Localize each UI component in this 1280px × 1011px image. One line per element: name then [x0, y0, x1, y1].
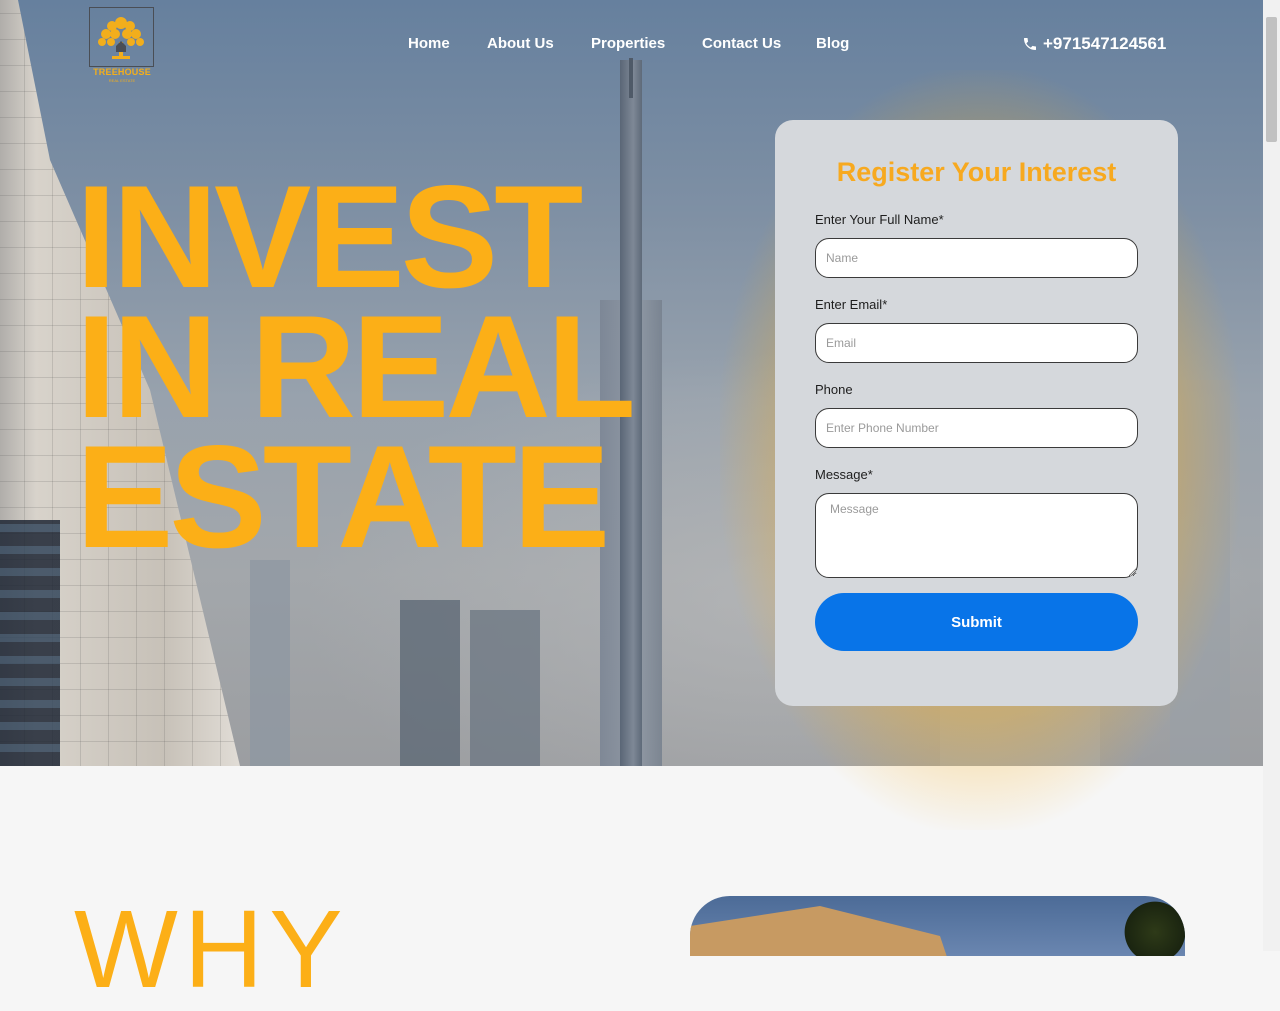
skyscraper-spire [629, 58, 633, 98]
nav-item-blog[interactable]: Blog [816, 35, 849, 52]
page-scrollbar[interactable] [1263, 0, 1280, 951]
form-title: Register Your Interest [836, 157, 1117, 187]
nav-link[interactable]: Properties [591, 35, 665, 52]
section-heading: WHY [74, 888, 349, 1011]
logo-subtext: REAL ESTATE [108, 78, 136, 83]
background-building [250, 560, 290, 766]
site-logo[interactable]: TREEHOUSE REAL ESTATE [89, 7, 155, 83]
headline-line: IN REAL [76, 285, 636, 448]
section-image [690, 896, 1185, 956]
logo-text: TREEHOUSE [93, 67, 151, 77]
header-phone[interactable]: +971547124561 [1022, 34, 1166, 54]
headline-line: ESTATE [76, 415, 610, 578]
scrollbar-thumb[interactable] [1266, 17, 1277, 142]
phone-number: +971547124561 [1043, 34, 1167, 53]
foreground-building-glass [0, 520, 60, 766]
submit-button[interactable]: Submit [815, 593, 1138, 651]
nav-link[interactable]: About Us [487, 35, 554, 52]
register-form: Register Your Interest Enter Your Full N… [775, 120, 1178, 706]
logo-frame [89, 7, 154, 67]
nav-item-properties[interactable]: Properties [591, 35, 665, 52]
nav-link[interactable]: Blog [816, 35, 849, 52]
message-label: Message* [815, 467, 873, 482]
nav-item-home[interactable]: Home [408, 35, 450, 52]
hero-headline: INVEST IN REAL ESTATE [76, 155, 636, 578]
nav-item-contact[interactable]: Contact Us [702, 35, 781, 52]
headline-line: INVEST [76, 155, 583, 318]
message-textarea[interactable] [815, 493, 1138, 578]
phone-icon [1024, 38, 1036, 50]
nav-link[interactable]: Contact Us [702, 35, 781, 52]
phone-input[interactable] [815, 408, 1138, 448]
email-input[interactable] [815, 323, 1138, 363]
building-image [690, 906, 950, 956]
email-label: Enter Email* [815, 297, 888, 312]
name-label: Enter Your Full Name* [815, 212, 944, 227]
tree-icon [98, 17, 144, 59]
phone-label: Phone [815, 382, 853, 397]
nav-item-about[interactable]: About Us [487, 35, 554, 52]
name-input[interactable] [815, 238, 1138, 278]
nav-link[interactable]: Home [408, 35, 450, 52]
tree-image [1120, 896, 1185, 956]
background-building [470, 610, 540, 766]
background-building [400, 600, 460, 766]
